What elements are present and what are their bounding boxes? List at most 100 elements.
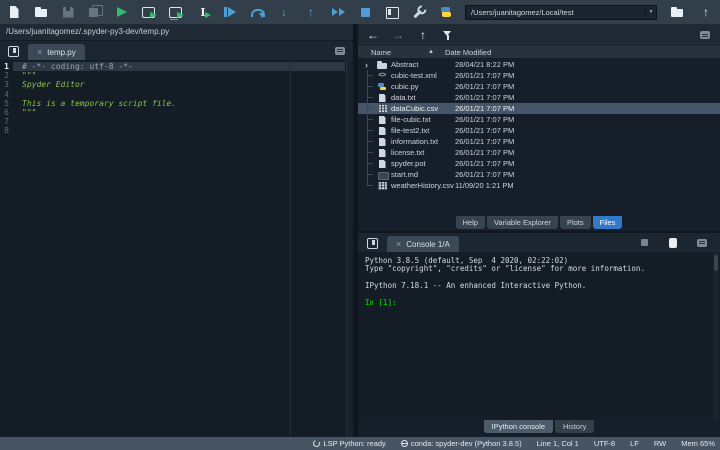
file-row[interactable]: weatherHistory.csv 11/09/20 1:21 PM [358,180,720,191]
parent-folder-icon[interactable]: ↑ [415,27,431,43]
tab-files[interactable]: Files [592,216,623,229]
stop-icon[interactable] [357,4,373,20]
file-row[interactable]: file-test2.txt 26/01/21 7:07 PM [358,125,720,136]
browse-tabs-icon[interactable] [364,235,380,251]
console-scrollbar[interactable] [713,253,719,419]
files-options-icon[interactable] [697,27,713,43]
main-toolbar: I ↓ ↑ ▼ ↑ [0,0,720,24]
file-row[interactable]: › Abstract 28/04/21 8:22 PM [358,59,720,70]
preferences-icon[interactable] [408,1,431,24]
console-tabbar: × Console 1/A [358,233,720,252]
debug-icon[interactable] [222,4,238,20]
step-into-icon[interactable]: ↓ [276,4,292,20]
browse-tabs-icon[interactable] [5,43,21,59]
file-row[interactable]: data.txt 26/01/21 7:07 PM [358,92,720,103]
browse-working-directory-icon[interactable] [669,4,685,20]
files-toolbar: ← → ↑ [358,24,720,46]
ipython-console[interactable]: Python 3.8.5 (default, Sep 4 2020, 02:22… [358,252,720,420]
tree-guide [364,169,376,180]
conda-env-text: conda: spyder-dev (Python 3.8.5) [410,439,522,448]
editor-line[interactable]: 6 """ [0,108,353,117]
editor-line[interactable]: 1 # -*- coding: utf-8 -*- [0,62,353,72]
filter-icon[interactable] [440,27,456,43]
tab-variable-explorer[interactable]: Variable Explorer [486,216,558,229]
working-directory-input[interactable] [466,5,645,19]
text-file-icon [376,92,388,103]
python-file-icon [376,81,388,92]
editor-line[interactable]: 3 Spyder Editor [0,80,353,89]
run-cell-icon[interactable] [141,4,157,20]
back-icon[interactable]: ← [365,27,381,43]
code-text: Spyder Editor [22,80,85,90]
memory-status: Mem 65% [681,439,715,448]
interrupt-kernel-icon[interactable] [636,235,652,251]
editor-line[interactable]: 5 This is a temporary script file. [0,99,353,108]
file-name: weatherHistory.csv [391,181,454,190]
inspect-object-icon[interactable] [665,235,681,251]
expand-arrow-icon[interactable]: › [364,60,376,70]
file-row[interactable]: file-cubic.txt 26/01/21 7:07 PM [358,114,720,125]
editor-line[interactable]: 4 [0,90,353,99]
step-over-icon[interactable] [249,4,265,20]
console-tab[interactable]: × Console 1/A [387,236,459,252]
step-out-icon[interactable]: ↑ [303,4,319,20]
line-number: 5 [4,98,9,108]
file-row[interactable]: start.md 26/01/21 7:07 PM [358,169,720,180]
parent-directory-icon[interactable]: ↑ [698,4,714,20]
line-number: 7 [4,117,9,127]
editor-line[interactable]: 2 """ [0,71,353,80]
lsp-status: LSP Python: ready [312,439,386,448]
new-file-icon[interactable] [6,4,22,20]
csv-file-icon [376,180,388,191]
column-header-date[interactable]: Date Modified [438,48,491,57]
editor-tab-label: temp.py [47,47,76,57]
open-file-icon[interactable] [33,4,49,20]
save-icon[interactable] [60,4,76,20]
run-icon[interactable] [114,4,130,20]
tree-guide [364,114,376,125]
file-date: 26/01/21 7:07 PM [455,82,515,91]
file-name: license.txt [391,148,425,157]
editor-line[interactable]: 8 [0,126,353,135]
run-selection-icon[interactable]: I [195,4,211,20]
file-row[interactable]: dataCubic.csv 26/01/21 7:07 PM [358,103,720,114]
line-number: 2 [4,71,9,81]
code-editor[interactable]: 1 # -*- coding: utf-8 -*- 2 """ 3 Spyder Edit… [0,60,353,437]
tab-ipython-console[interactable]: IPython console [483,420,554,433]
file-date: 11/09/20 1:21 PM [455,181,514,190]
file-date: 26/01/21 7:07 PM [455,170,515,179]
save-all-icon[interactable] [87,4,103,20]
conda-env-status[interactable]: conda: spyder-dev (Python 3.8.5) [400,439,522,448]
file-row[interactable]: cubic.py 26/01/21 7:07 PM [358,81,720,92]
tab-plots[interactable]: Plots [559,216,591,229]
chevron-down-icon[interactable]: ▼ [645,9,656,15]
column-header-name[interactable]: Name [358,48,428,57]
file-date: 26/01/21 7:07 PM [455,148,515,157]
python-env-icon[interactable] [438,4,454,20]
continue-icon[interactable] [330,4,346,20]
file-date: 26/01/21 7:07 PM [455,137,515,146]
close-tab-icon[interactable]: × [37,47,42,57]
pane-tabs: Help Variable Explorer Plots Files [358,216,720,231]
editor-scrollbar[interactable] [346,60,353,437]
file-row[interactable]: spyder.pot 26/01/21 7:07 PM [358,158,720,169]
editor-tab-temp-py[interactable]: × temp.py [28,44,85,60]
file-row[interactable]: license.txt 26/01/21 7:07 PM [358,147,720,158]
maximize-pane-icon[interactable] [384,4,400,20]
forward-icon[interactable]: → [390,27,406,43]
file-name: spyder.pot [391,159,426,168]
code-text: This is a temporary script file. [22,98,177,108]
editor-line[interactable]: 7 [0,117,353,126]
tab-help[interactable]: Help [455,216,485,229]
run-cell-advance-icon[interactable] [168,4,184,20]
console-options-icon[interactable] [694,235,710,251]
tab-history[interactable]: History [555,420,595,433]
file-row[interactable]: <> cubic-test.xml 26/01/21 7:07 PM [358,70,720,81]
close-tab-icon[interactable]: × [396,239,401,249]
console-prompt[interactable]: In [1]: [365,298,710,307]
editor-options-icon[interactable] [332,43,348,59]
file-name: cubic.py [391,82,419,91]
eol-status: LF [630,439,639,448]
file-row[interactable]: information.txt 26/01/21 7:07 PM [358,136,720,147]
